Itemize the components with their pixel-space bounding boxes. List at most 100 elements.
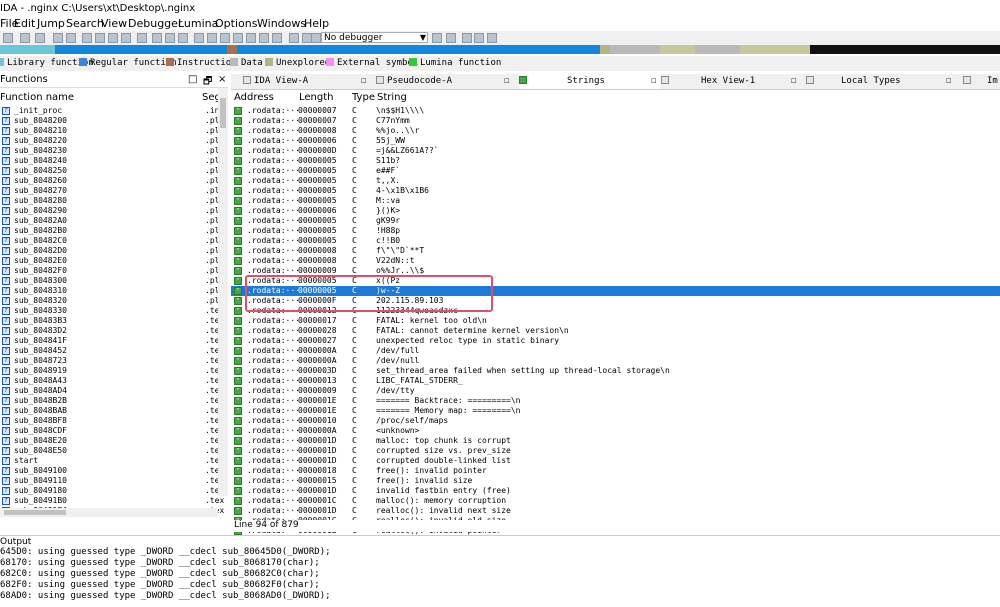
array-icon[interactable]	[194, 33, 204, 43]
menu-windows[interactable]: Windows	[257, 17, 306, 30]
close-icon[interactable]: ☐	[946, 74, 951, 88]
close-icon[interactable]: ☐	[651, 74, 656, 88]
string-row[interactable]: " .rodata:··· 0000001D Crealloc(): invalid …	[231, 506, 1000, 516]
string-row[interactable]: " .rodata:··· 00000010 C/proc/self/maps	[231, 416, 1000, 426]
string-row[interactable]: " .rodata:··· 0000001D Cmalloc: top chunk i…	[231, 436, 1000, 446]
menu-search[interactable]: Search	[66, 17, 104, 30]
function-row[interactable]: f sub_80482F0 .plt	[0, 266, 224, 276]
menu-debugger[interactable]: Debugger	[128, 17, 182, 30]
close-icon[interactable]: ×	[218, 74, 226, 85]
function-row[interactable]: f sub_8048CDF .tex	[0, 426, 224, 436]
function-row[interactable]: f sub_8048310 .plt	[0, 286, 224, 296]
function-row[interactable]: f sub_8048240 .plt	[0, 156, 224, 166]
string-row[interactable]: " .rodata:··· 00000008 C V22dN::t	[231, 256, 1000, 266]
step-over-icon[interactable]	[474, 33, 484, 43]
function-row[interactable]: f sub_8048320 .plt	[0, 296, 224, 306]
close-icon[interactable]: ☐	[361, 74, 366, 88]
string-row[interactable]: " .rodata:··· 00000005 C S11b?	[231, 156, 1000, 166]
function-row[interactable]: f sub_8048BF8 .tex	[0, 416, 224, 426]
stop-icon[interactable]	[311, 33, 321, 43]
menu-help[interactable]: Help	[304, 17, 329, 30]
menu-edit[interactable]: Edit	[14, 17, 35, 30]
string-row[interactable]: " .rodata:··· 00000015 Cfree(): invalid siz…	[231, 476, 1000, 486]
string-row[interactable]: " .rodata:··· 00000005 Cc!!B0	[231, 236, 1000, 246]
function-row[interactable]: f sub_8048A43 .tex	[0, 376, 224, 386]
redo-icon[interactable]	[35, 33, 45, 43]
function-row[interactable]: f sub_8048452 .tex	[0, 346, 224, 356]
string-row[interactable]: " .rodata:··· 00000005 C M::va	[231, 196, 1000, 206]
string-row[interactable]: " .rodata:··· 00000028 C FATAL: cannot deter…	[231, 326, 1000, 336]
function-row[interactable]: f sub_8048280 .plt	[0, 196, 224, 206]
function-row[interactable]: f sub_8049100 .tex	[0, 466, 224, 476]
string-row[interactable]: " .rodata:··· 0000001D Cinvalid fastbin ent…	[231, 486, 1000, 496]
debugger-select[interactable]: No debugger ▼	[321, 32, 428, 43]
col-type[interactable]: Type	[352, 92, 375, 103]
function-row[interactable]: f sub_8048290 .plt	[0, 206, 224, 216]
col-function-name[interactable]: Function name	[0, 92, 74, 103]
output-window[interactable]: 645D0: using guessed type _DWORD __cdecl…	[0, 547, 1000, 607]
tab-hex-view-1[interactable]: Hex View-1 ☐	[661, 74, 801, 89]
function-row[interactable]: f sub_8048210 .plt	[0, 126, 224, 136]
function-row[interactable]: f sub_8048230 .plt	[0, 146, 224, 156]
function-row[interactable]: f _init_proc .ini	[0, 106, 224, 116]
string-row[interactable]: " .rodata:··· 0000000A C/dev/null	[231, 356, 1000, 366]
save-icon[interactable]	[3, 33, 13, 43]
string-row[interactable]: " .rodata:··· 00000005 CgK99r	[231, 216, 1000, 226]
panel-restore-icon[interactable]: □	[188, 74, 197, 85]
string-row[interactable]: " .rodata:··· 00000006 C 55j_WW	[231, 136, 1000, 146]
string-row[interactable]: " .rodata:··· 00000005 Ct,,X.	[231, 176, 1000, 186]
string-row[interactable]: " .rodata:··· 00000006 C}()K>	[231, 206, 1000, 216]
close-icon[interactable]: ☐	[504, 74, 509, 88]
string-row[interactable]: " .rodata:··· 0000001C Cmalloc(): memory co…	[231, 496, 1000, 506]
menu-lumina[interactable]: Lumina	[178, 17, 218, 30]
tab-local-types[interactable]: Local Types ☐	[806, 74, 956, 89]
struct-icon[interactable]	[207, 33, 217, 43]
function-row[interactable]: f sub_8048AD4 .tex	[0, 386, 224, 396]
tab-imports[interactable]: Im	[963, 74, 1000, 89]
string-row[interactable]: " .rodata:··· 00000008 Cf\"\"D`**T	[231, 246, 1000, 256]
string-row[interactable]: " .rodata:··· 00000008 C %%jo..\\r	[231, 126, 1000, 136]
function-row[interactable]: f sub_8048723 .tex	[0, 356, 224, 366]
col-address[interactable]: Address	[234, 92, 274, 103]
string-row[interactable]: " .rodata:··· 0000003D Cset_thread_area fai…	[231, 366, 1000, 376]
segment-icon[interactable]	[137, 33, 147, 43]
function-row[interactable]: f sub_804841F .tex	[0, 336, 224, 346]
string-row[interactable]: " .rodata:··· 00000009 C/dev/tty	[231, 386, 1000, 396]
play-icon[interactable]	[289, 33, 299, 43]
tab-pseudocode-a[interactable]: Pseudocode-A ☐	[376, 74, 516, 89]
undo-icon[interactable]	[20, 33, 30, 43]
tab-strings[interactable]: Strings ☐	[519, 74, 661, 89]
function-row[interactable]: f sub_8048220 .plt	[0, 136, 224, 146]
string-row[interactable]: " .rodata:··· 0000000A C <unknown>	[231, 426, 1000, 436]
function-row[interactable]: f sub_8048330 .tex	[0, 306, 224, 316]
jump-icon[interactable]	[121, 33, 131, 43]
function-row[interactable]: f sub_8048B2B .tex	[0, 396, 224, 406]
function-row[interactable]: f start .tex	[0, 456, 224, 466]
xref-icon[interactable]	[259, 33, 269, 43]
forward-icon[interactable]	[66, 33, 76, 43]
function-row[interactable]: f sub_8048260 .plt	[0, 176, 224, 186]
function-row[interactable]: f sub_8048E50 .tex	[0, 446, 224, 456]
function-row[interactable]: f sub_80482C0 .plt	[0, 236, 224, 246]
string-row[interactable]: " .rodata:··· 0000001D Ccorrupted double-li…	[231, 456, 1000, 466]
hex-icon[interactable]	[272, 33, 282, 43]
string-row[interactable]: " .rodata:··· 00000013 C LIBC_FATAL_STDERR_	[231, 376, 1000, 386]
col-string[interactable]: String	[377, 92, 407, 103]
binary-search-icon[interactable]	[95, 33, 105, 43]
function-row[interactable]: f sub_8048250 .plt	[0, 166, 224, 176]
string-row[interactable]: " .rodata:··· 00000018 Cfree(): invalid poi…	[231, 466, 1000, 476]
back-icon[interactable]	[53, 33, 63, 43]
string-row[interactable]: " .rodata:··· 00000007 C \n$$H1\\\\	[231, 106, 1000, 116]
debugger-options-icon[interactable]	[432, 33, 442, 43]
function-row[interactable]: f sub_80482B0 .plt	[0, 226, 224, 236]
string-row[interactable]: " .rodata:··· 0000001E C ======= Memory map:…	[231, 406, 1000, 416]
menu-jump[interactable]: Jump	[37, 17, 65, 30]
data-icon[interactable]	[152, 33, 162, 43]
enum-icon[interactable]	[220, 33, 230, 43]
function-row[interactable]: f sub_80491B0 .tex	[0, 496, 224, 506]
scroll-thumb[interactable]	[4, 510, 66, 515]
function-row[interactable]: f sub_8048300 .plt	[0, 276, 224, 286]
function-row[interactable]: f sub_80482A0 .plt	[0, 216, 224, 226]
step-into-icon[interactable]	[462, 33, 472, 43]
function-row[interactable]: f sub_80483D2 .tex	[0, 326, 224, 336]
